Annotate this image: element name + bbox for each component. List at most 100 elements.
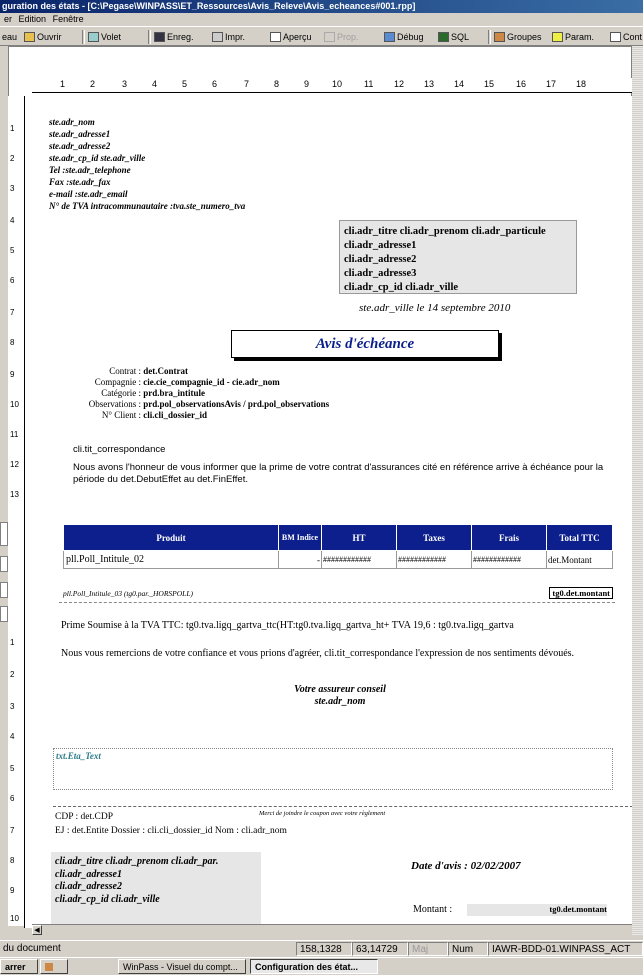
horizontal-scrollbar[interactable]: ◀ (32, 924, 632, 936)
correspondance-field[interactable]: cli.tit_correspondance (73, 444, 165, 455)
section-marker[interactable] (0, 556, 8, 572)
coupon-note[interactable]: Merci de joindre le coupon avec votre rè… (259, 810, 385, 817)
recipient-line: cli.adr_adresse1 (344, 240, 417, 251)
column-header[interactable]: HT (321, 524, 397, 551)
report-title[interactable]: Avis d'échéance (231, 330, 499, 358)
ruler-tick: 7 (10, 308, 15, 317)
scroll-left-arrow-icon[interactable]: ◀ (32, 925, 42, 935)
column-header[interactable]: Produit (63, 524, 279, 551)
date-avis[interactable]: Date d'avis : 02/02/2007 (411, 860, 521, 872)
debug-button[interactable]: Débug (384, 30, 424, 44)
properties-button[interactable]: Prop. (324, 30, 359, 44)
section-marker[interactable] (0, 522, 8, 546)
ruler-tick: 8 (10, 856, 15, 865)
ej-line[interactable]: EJ : det.Entite Dossier : cli.cli_dossie… (55, 826, 287, 836)
subline-left[interactable]: pll.Poll_Intitule_03 (tg0.par._HORSPOLL) (63, 589, 193, 598)
sender-line: Fax :ste.adr_fax (49, 177, 111, 187)
ruler-tick: 18 (576, 79, 587, 89)
ruler-tick: 14 (454, 79, 465, 89)
sql-button[interactable]: SQL (438, 30, 469, 44)
properties-label: Prop. (337, 32, 359, 42)
coupon-address-line: cli.adr_adresse1 (55, 868, 122, 880)
thanks-paragraph[interactable]: Nous vous remercions de votre confiance … (61, 648, 601, 660)
quick-launch[interactable] (40, 959, 68, 974)
preview-button[interactable]: Aperçu (270, 30, 312, 44)
signature-line: Votre assureur conseil (294, 684, 386, 695)
cont-button[interactable]: Cont (610, 30, 642, 44)
contract-value[interactable]: det.Contrat (143, 366, 188, 376)
recipient-block[interactable]: cli.adr_titre cli.adr_prenom cli.adr_par… (339, 220, 577, 294)
ruler-tick: 6 (10, 794, 15, 803)
contract-row: Observations : prd.pol_observationsAvis … (45, 399, 465, 410)
table-cell[interactable]: ############ (471, 550, 547, 569)
cdp-line[interactable]: CDP : det.CDP (55, 812, 113, 822)
menu-fichier[interactable]: er (4, 14, 12, 24)
open-button[interactable]: Ouvrir (24, 30, 62, 44)
param-button[interactable]: Param. (552, 30, 594, 44)
ruler-tick: 8 (10, 338, 15, 347)
ruler-tick: 9 (10, 886, 15, 895)
sender-line: ste.adr_adresse1 (49, 129, 111, 139)
montant-label: Montant : (413, 904, 453, 915)
eta-text-field: txt.Eta_Text (56, 751, 101, 761)
subline-right[interactable]: tg0.det.montant (549, 587, 613, 599)
ruler-tick: 8 (274, 79, 280, 89)
start-button[interactable]: arrer (0, 959, 38, 974)
contract-value[interactable]: cli.cli_dossier_id (143, 410, 207, 420)
report-page: ste.adr_nom ste.adr_adresse1 ste.adr_adr… (24, 96, 633, 928)
ruler-tick: 5 (10, 764, 15, 773)
toolbar: eau Ouvrir Volet Enreg. Impr. Aperçu Pro… (0, 26, 643, 46)
table-cell[interactable]: ############ (396, 550, 472, 569)
section-marker[interactable] (0, 606, 8, 622)
contract-info: Contrat : det.Contrat Compagnie : cie.ci… (45, 366, 465, 421)
montant-value[interactable]: tg0.det.montant (467, 904, 607, 916)
vertical-ruler: 1 2 3 4 5 6 7 8 9 10 11 12 13 1 2 3 4 5 … (8, 96, 25, 926)
table-cell[interactable]: - (278, 550, 322, 569)
coupon-address-line: cli.adr_adresse2 (55, 881, 122, 892)
coupon-address[interactable]: cli.adr_titre cli.adr_prenom cli.adr_par… (51, 852, 261, 928)
menu-edition[interactable]: Edition (19, 14, 47, 24)
table-cell[interactable]: det.Montant (546, 550, 613, 569)
task-configuration[interactable]: Configuration des état... (250, 959, 378, 974)
sender-line: ste.adr_cp_id ste.adr_ville (49, 153, 146, 163)
new-button[interactable]: eau (2, 30, 17, 44)
status-server: IAWR-BDD-01.WINPASS_ACT (488, 942, 643, 956)
volet-button[interactable]: Volet (88, 30, 121, 44)
contract-value[interactable]: prd.pol_observationsAvis / prd.pol_obser… (143, 399, 329, 409)
column-header[interactable]: BM Indice (278, 524, 322, 551)
contract-label: Catégorie : (101, 388, 141, 398)
print-label: Impr. (225, 32, 246, 42)
intro-paragraph[interactable]: Nous avons l'honneur de vous informer qu… (73, 462, 621, 486)
groups-button[interactable]: Groupes (494, 30, 542, 44)
contract-value[interactable]: prd.bra_intitule (143, 388, 205, 398)
sender-block[interactable]: ste.adr_nom ste.adr_adresse1 ste.adr_adr… (49, 116, 309, 212)
menu-fenetre[interactable]: Fenêtre (53, 14, 84, 24)
vertical-scrollbar[interactable] (632, 46, 643, 936)
place-date[interactable]: ste.adr_ville le 14 septembre 2010 (359, 302, 510, 314)
print-button[interactable]: Impr. (212, 30, 245, 44)
ruler-tick: 7 (10, 826, 15, 835)
prime-line[interactable]: Prime Soumise à la TVA TTC: tg0.tva.ligq… (61, 620, 633, 631)
column-header[interactable]: Frais (471, 524, 547, 551)
signature-block[interactable]: Votre assureur conseil ste.adr_nom (245, 684, 435, 708)
ruler-tick: 1 (10, 124, 15, 133)
section-marker[interactable] (0, 582, 8, 598)
table-cell[interactable]: pll.Poll_Intitule_02 (63, 550, 279, 569)
eta-text-box[interactable]: txt.Eta_Text (53, 748, 613, 790)
desktop-icon[interactable] (45, 963, 53, 971)
contract-value[interactable]: cie.cie_compagnie_id - cie.adr_nom (143, 377, 279, 387)
sql-icon (438, 32, 449, 42)
panel-icon (88, 32, 99, 42)
horizontal-ruler: 1 2 3 4 5 6 7 8 9 10 11 12 13 14 15 16 1… (32, 78, 632, 93)
ruler-tick: 5 (182, 79, 188, 89)
document-icon (610, 32, 621, 42)
table-cell[interactable]: ############ (321, 550, 397, 569)
ruler-tick: 6 (212, 79, 218, 89)
save-button[interactable]: Enreg. (154, 30, 194, 44)
task-winpass[interactable]: WinPass - Visuel du compt... (118, 959, 246, 974)
printer-icon (212, 32, 223, 42)
column-header[interactable]: Total TTC (546, 524, 613, 551)
ruler-tick: 11 (10, 430, 19, 439)
sender-line: Tel :ste.adr_telephone (49, 165, 131, 175)
column-header[interactable]: Taxes (396, 524, 472, 551)
